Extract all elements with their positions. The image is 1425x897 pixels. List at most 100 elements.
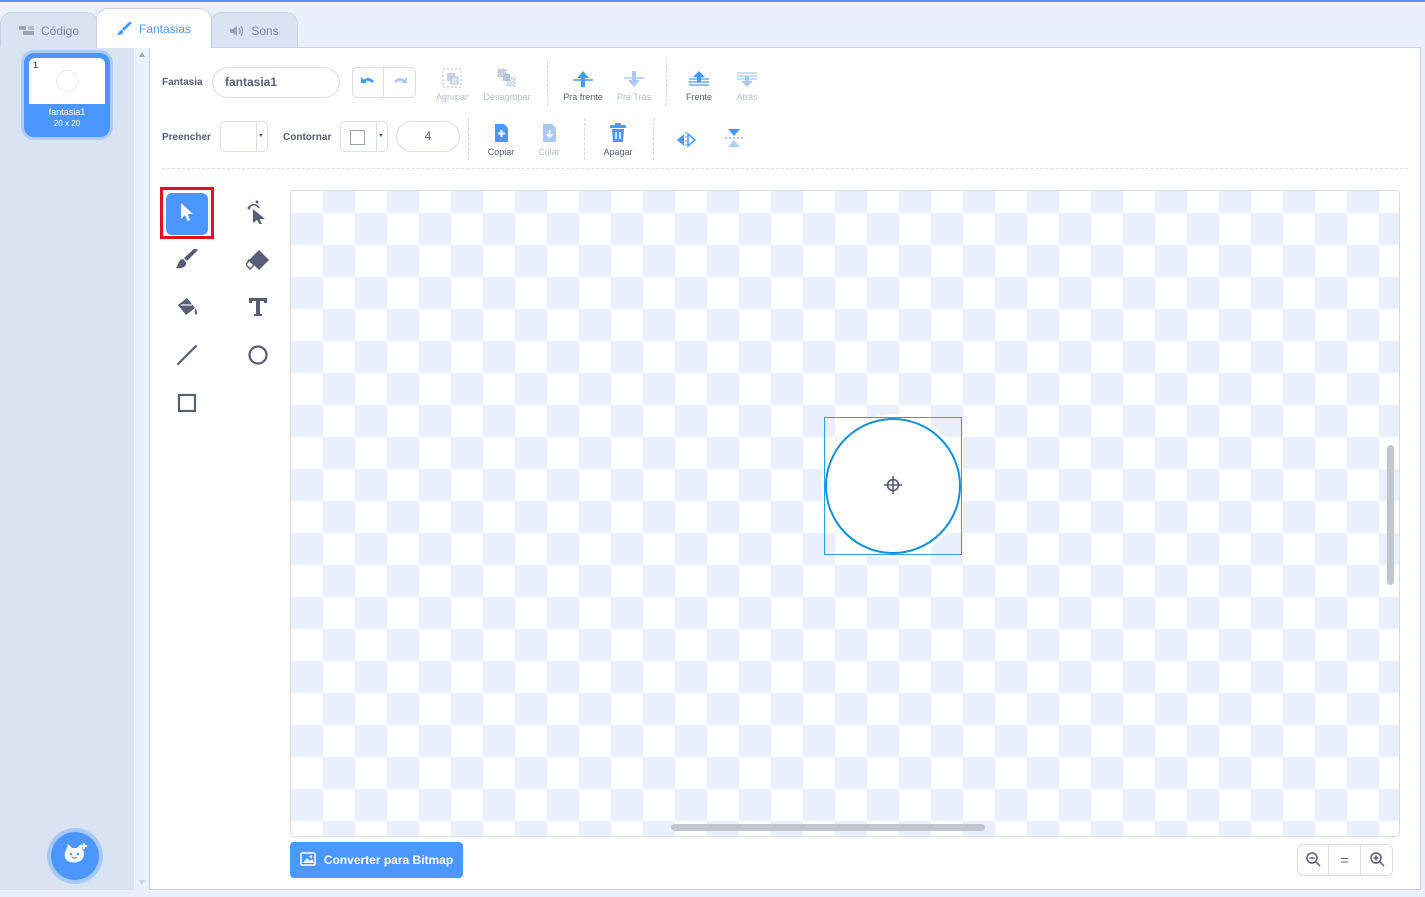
scroll-down-arrow-icon[interactable]	[139, 880, 145, 885]
undo-button[interactable]	[352, 67, 384, 98]
speaker-icon	[229, 25, 245, 37]
tab-code-label: Código	[40, 23, 80, 38]
tab-costumes-label: Fantasias	[138, 21, 192, 36]
top-accent-line	[0, 0, 1425, 2]
costume-name: fantasia1	[48, 107, 86, 117]
flip-vertical-icon	[725, 126, 743, 148]
text-tool[interactable]	[237, 288, 279, 330]
costume-list-scrollbar[interactable]	[134, 47, 150, 890]
pointer-arrow-icon	[179, 202, 195, 227]
brush-icon	[116, 21, 133, 36]
reshape-tool[interactable]	[237, 193, 279, 235]
scroll-up-arrow-icon[interactable]	[139, 52, 145, 57]
circle-tool[interactable]	[237, 336, 279, 378]
tab-costumes[interactable]: Fantasias	[96, 8, 212, 48]
ungroup-label: Desagrupar	[483, 92, 531, 102]
group-label: Agrupar	[435, 92, 469, 102]
zoom-in-button[interactable]	[1361, 844, 1393, 876]
tab-sounds-label: Sons	[251, 23, 279, 38]
bring-to-front-icon	[688, 66, 710, 88]
code-icon	[18, 25, 35, 37]
costume-preview-circle	[56, 70, 78, 92]
rectangle-icon	[176, 392, 198, 419]
select-tool[interactable]	[166, 193, 208, 235]
paint-bucket-icon	[175, 296, 199, 323]
trash-icon	[609, 121, 627, 143]
ungroup-button[interactable]: Desagrupar	[479, 66, 535, 102]
stroke-width-input[interactable]: 4	[396, 121, 460, 152]
backward-label: Pra Trás	[616, 92, 651, 102]
text-t-icon	[248, 297, 268, 322]
line-tool[interactable]	[166, 336, 208, 378]
fill-swatch	[221, 122, 257, 151]
ungroup-icon	[497, 66, 517, 88]
outline-label: Contornar	[283, 132, 332, 143]
paste-button[interactable]: Colar	[521, 121, 577, 157]
eraser-tool[interactable]	[237, 241, 279, 283]
tab-code[interactable]: Código	[0, 12, 98, 48]
rectangle-tool[interactable]	[166, 384, 208, 426]
back-button[interactable]: Atrás	[719, 66, 775, 102]
redo-button[interactable]	[384, 67, 416, 98]
send-to-back-icon	[736, 66, 758, 88]
add-costume-button[interactable]	[51, 832, 99, 880]
toolbar-bottom-divider	[162, 168, 1408, 169]
front-label: Frente	[685, 92, 712, 102]
convert-to-bitmap-label: Converter para Bitmap	[323, 853, 454, 867]
delete-label: Apagar	[603, 147, 633, 157]
paint-editor: Fantasia fantasia1 Agrupar Desagrupar Pr…	[150, 47, 1421, 890]
costume-name-input[interactable]: fantasia1	[212, 67, 340, 98]
flip-vertical-button[interactable]	[706, 126, 762, 152]
zoom-reset-button[interactable]: =	[1329, 844, 1361, 876]
image-icon	[300, 851, 316, 869]
fill-label: Preencher	[162, 132, 211, 143]
undo-icon	[360, 74, 376, 92]
zoom-in-icon	[1369, 851, 1385, 870]
canvas-horizontal-scrollbar[interactable]	[671, 824, 985, 831]
outline-color-dropdown[interactable]	[340, 121, 388, 152]
paste-label: Colar	[538, 147, 560, 157]
canvas-vertical-scrollbar[interactable]	[1387, 445, 1394, 585]
forward-label: Pra frente	[563, 92, 603, 102]
paste-icon	[540, 121, 558, 143]
zoom-controls: =	[1297, 844, 1393, 876]
group-button[interactable]: Agrupar	[424, 66, 480, 102]
caret-down-icon	[259, 134, 263, 137]
brush-tool[interactable]	[166, 241, 208, 283]
paint-canvas[interactable]	[290, 190, 1400, 837]
crosshair-icon[interactable]	[883, 475, 903, 500]
forward-button[interactable]: Pra frente	[555, 66, 611, 102]
costume-thumbnail: 1	[29, 58, 105, 104]
tab-sounds[interactable]: Sons	[210, 12, 298, 48]
toolbar-divider	[584, 118, 585, 160]
convert-to-bitmap-button[interactable]: Converter para Bitmap	[290, 842, 463, 878]
back-label: Atrás	[736, 92, 758, 102]
toolbar-divider	[653, 118, 654, 160]
cat-add-icon	[62, 842, 88, 871]
eraser-icon	[245, 249, 270, 276]
zoom-reset-label: =	[1340, 852, 1349, 868]
reshape-icon	[247, 200, 269, 229]
costume-item[interactable]: 1 fantasia1 20 x 20	[24, 53, 110, 137]
brush-icon	[175, 247, 199, 276]
backward-button[interactable]: Pra Trás	[606, 66, 662, 102]
line-icon	[176, 344, 198, 371]
zoom-out-icon	[1305, 851, 1321, 870]
caret-down-icon	[379, 134, 383, 137]
fill-color-dropdown[interactable]	[220, 121, 268, 152]
toolbar-divider	[666, 60, 667, 106]
arrow-up-icon	[572, 66, 594, 88]
copy-icon	[492, 121, 510, 143]
copy-label: Copiar	[487, 147, 515, 157]
costume-number: 1	[33, 60, 39, 70]
toolbar-divider	[468, 118, 469, 160]
fill-tool[interactable]	[166, 288, 208, 330]
delete-button[interactable]: Apagar	[590, 121, 646, 157]
costume-size: 20 x 20	[53, 119, 81, 128]
flip-horizontal-icon	[675, 126, 697, 148]
costume-name-label: Fantasia	[162, 77, 203, 88]
circle-icon	[247, 344, 269, 371]
arrow-down-icon	[623, 66, 645, 88]
undo-redo-group	[352, 67, 416, 98]
zoom-out-button[interactable]	[1297, 844, 1329, 876]
